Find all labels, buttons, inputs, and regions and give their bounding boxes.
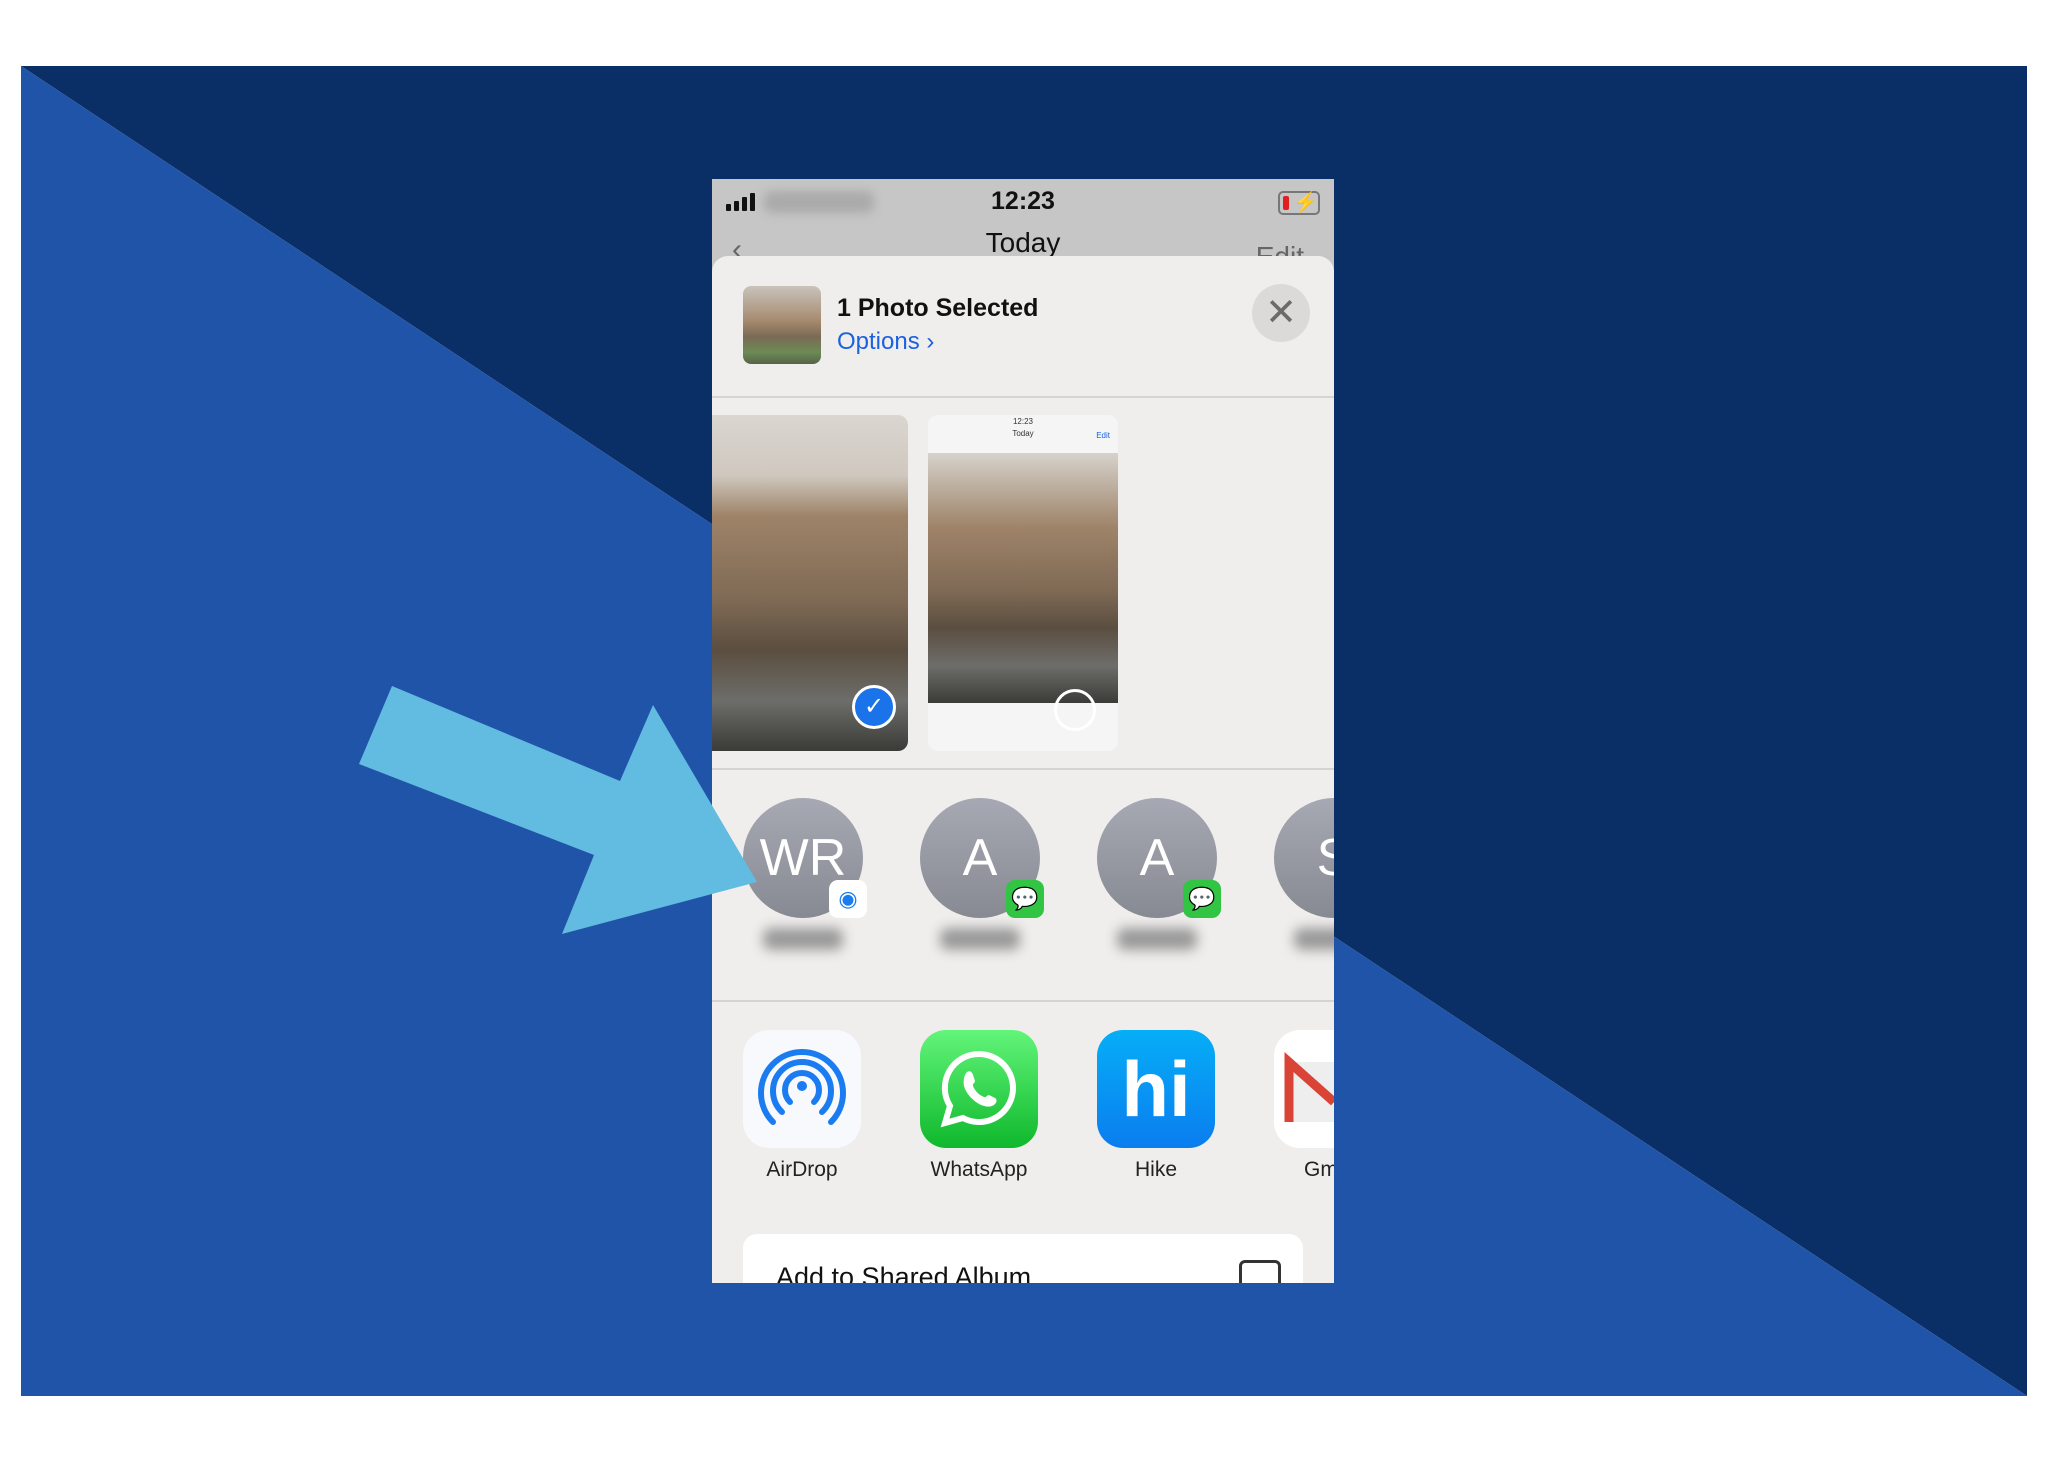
pointer-arrow-icon <box>359 686 757 934</box>
arrow-overlay <box>359 686 757 934</box>
